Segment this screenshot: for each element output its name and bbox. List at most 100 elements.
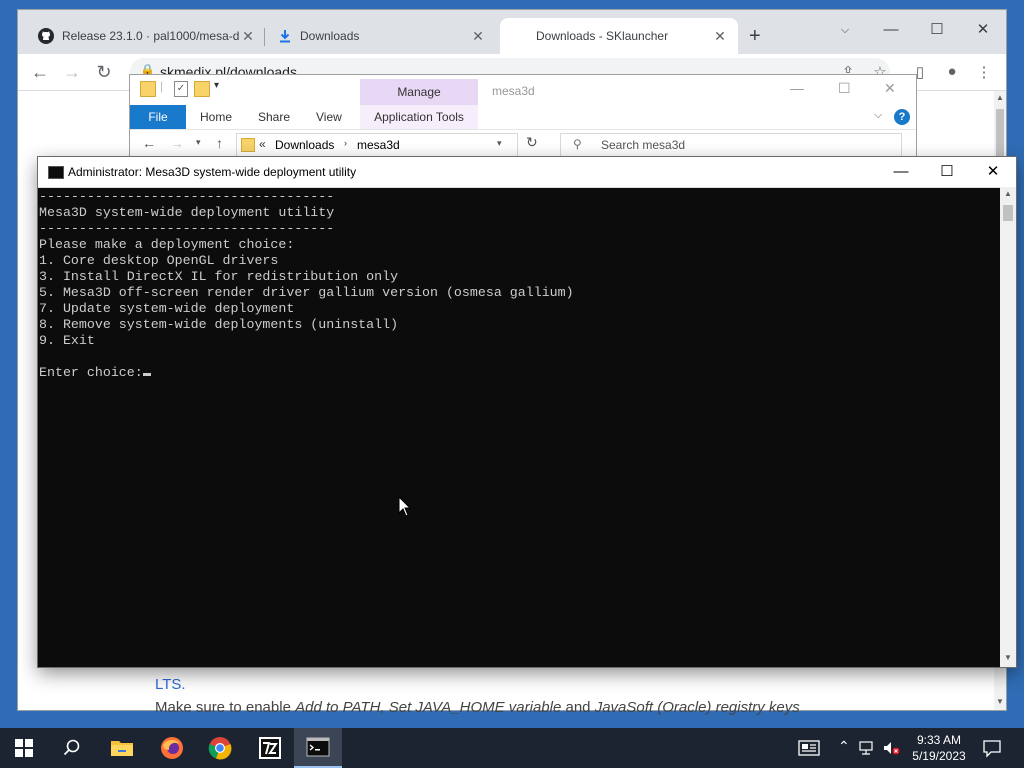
search-placeholder: Search mesa3d (601, 138, 686, 152)
explorer-address-bar[interactable]: « Downloads › mesa3d ▾ (236, 133, 518, 157)
customize-toolbar-icon[interactable]: ▾ (214, 80, 219, 91)
toolbar-divider: | (160, 79, 164, 93)
close-window-button[interactable]: ✕ (960, 16, 1006, 44)
folder-icon (111, 741, 133, 756)
explorer-ribbon: File Home Share View Application Tools ⌵… (130, 105, 916, 130)
show-hidden-icons[interactable]: ⌃ (838, 738, 850, 755)
tab-release[interactable]: Release 23.1.0 · pal1000/mesa-d ✕ (26, 18, 266, 54)
tab-sklauncher[interactable]: Downloads - SKlauncher ✕ (500, 18, 738, 54)
close-tab-icon[interactable]: ✕ (712, 28, 728, 45)
file-tab[interactable]: File (130, 105, 186, 129)
firefox-icon (161, 737, 183, 759)
console-prompt: Enter choice: (39, 365, 143, 380)
breadcrumb-separator-icon: › (344, 138, 347, 148)
profile-avatar[interactable]: ● (942, 63, 962, 83)
explorer-search-input[interactable]: ⚲ Search mesa3d (560, 133, 902, 157)
share-tab[interactable]: Share (258, 105, 290, 129)
console-line: 3. Install DirectX IL for redistribution… (39, 269, 399, 284)
tab-title: Release 23.1.0 · pal1000/mesa-d (62, 29, 240, 43)
tab-title: Downloads (300, 29, 360, 43)
taskbar-firefox[interactable] (148, 728, 196, 768)
file-explorer-window: | ✓ ▾ Manage mesa3d — ☐ ✕ File Home Shar… (129, 74, 917, 162)
scroll-down-arrow[interactable]: ▼ (994, 697, 1006, 706)
notification-center-icon[interactable] (982, 738, 1002, 758)
volume-muted-icon[interactable] (882, 740, 902, 756)
tab-search-icon[interactable]: ⌵ (822, 16, 868, 44)
enable-path-text: Add to PATH, Set JAVA_HOME variable (295, 699, 562, 716)
enable-keys-text: JavaSoft (Oracle) registry keys (594, 699, 800, 716)
maximize-button[interactable]: ☐ (914, 16, 960, 44)
maximize-button[interactable]: ☐ (924, 157, 970, 187)
forward-button[interactable]: → (61, 61, 83, 83)
explorer-title: mesa3d (492, 84, 535, 98)
manage-tab[interactable]: Manage (360, 79, 478, 105)
cmd-icon (306, 737, 330, 757)
new-folder-icon[interactable] (194, 81, 210, 97)
refresh-icon[interactable]: ↻ (526, 134, 538, 151)
start-button[interactable] (0, 728, 48, 768)
new-tab-button[interactable]: + (749, 26, 761, 46)
taskbar-chrome[interactable] (196, 728, 244, 768)
help-icon[interactable]: ? (894, 109, 910, 125)
minimize-button[interactable]: — (868, 16, 914, 44)
taskbar: ⌃ 9:33 AM 5/19/2023 (0, 728, 1024, 768)
enable-prefix: Make sure to enable (155, 699, 296, 716)
console-line: ------------------------------------- (39, 189, 335, 204)
scroll-thumb[interactable] (1003, 205, 1013, 221)
console-titlebar[interactable]: Administrator: Mesa3D system-wide deploy… (38, 157, 1016, 188)
system-tray: ⌃ 9:33 AM 5/19/2023 (792, 728, 1024, 768)
home-tab[interactable]: Home (200, 105, 232, 129)
console-window: Administrator: Mesa3D system-wide deploy… (38, 157, 1016, 667)
search-icon: ⚲ (573, 137, 582, 151)
enable-instructions: Make sure to enable Add to PATH, Set JAV… (155, 699, 800, 716)
recent-locations-icon[interactable]: ▾ (196, 137, 201, 148)
scroll-up-arrow[interactable]: ▲ (1000, 189, 1016, 198)
breadcrumb-overflow-icon[interactable]: « (259, 137, 266, 151)
maximize-button[interactable]: ☐ (838, 80, 851, 97)
taskbar-7zip[interactable] (246, 728, 294, 768)
taskbar-file-explorer[interactable] (98, 728, 146, 768)
breadcrumb-downloads[interactable]: Downloads (275, 138, 334, 152)
tab-strip: Release 23.1.0 · pal1000/mesa-d ✕ Downlo… (18, 10, 1006, 54)
back-button[interactable]: ← (29, 61, 51, 83)
application-tools-tab[interactable]: Application Tools (360, 105, 478, 129)
clock-time: 9:33 AM (916, 733, 962, 747)
console-line: 7. Update system-wide deployment (39, 301, 295, 316)
breadcrumb-mesa3d[interactable]: mesa3d (357, 138, 400, 152)
expand-ribbon-icon[interactable]: ⌵ (874, 109, 882, 122)
scroll-thumb[interactable] (996, 109, 1004, 159)
network-icon[interactable] (858, 740, 874, 756)
console-line: Mesa3D system-wide deployment utility (39, 205, 335, 220)
minimize-button[interactable]: — (878, 157, 924, 187)
console-line: 9. Exit (39, 333, 95, 348)
chrome-icon (208, 737, 232, 760)
close-window-button[interactable]: ✕ (970, 157, 1016, 187)
taskbar-command-prompt[interactable] (294, 728, 342, 768)
forward-button[interactable]: → (170, 135, 184, 151)
menu-icon[interactable]: ⋮ (974, 63, 994, 83)
tab-downloads[interactable]: Downloads ✕ (266, 18, 496, 54)
console-output[interactable]: ------------------------------------- Me… (38, 187, 1000, 667)
up-button[interactable]: ↑ (216, 135, 223, 151)
console-line: 8. Remove system-wide deployments (unins… (39, 317, 399, 332)
console-line: 1. Core desktop OpenGL drivers (39, 253, 279, 268)
folder-icon (140, 81, 156, 97)
news-widget-icon[interactable] (798, 740, 820, 756)
reload-button[interactable]: ↻ (93, 61, 115, 83)
back-button[interactable]: ← (142, 135, 156, 151)
scroll-up-arrow[interactable]: ▲ (994, 93, 1006, 102)
close-tab-icon[interactable]: ✕ (240, 28, 256, 45)
view-tab[interactable]: View (316, 105, 342, 129)
windows-logo-icon (15, 739, 33, 757)
properties-icon[interactable]: ✓ (174, 81, 188, 97)
minimize-button[interactable]: — (790, 80, 804, 96)
address-dropdown-icon[interactable]: ▾ (497, 138, 502, 149)
search-button[interactable] (48, 728, 96, 768)
scroll-down-arrow[interactable]: ▼ (1000, 653, 1016, 662)
close-tab-icon[interactable]: ✕ (470, 28, 486, 45)
console-scrollbar[interactable]: ▲ ▼ (1000, 187, 1016, 667)
clock[interactable]: 9:33 AM 5/19/2023 (904, 732, 974, 764)
close-window-button[interactable]: ✕ (884, 80, 896, 97)
cmd-icon (48, 166, 64, 179)
enable-and: and (561, 699, 595, 716)
